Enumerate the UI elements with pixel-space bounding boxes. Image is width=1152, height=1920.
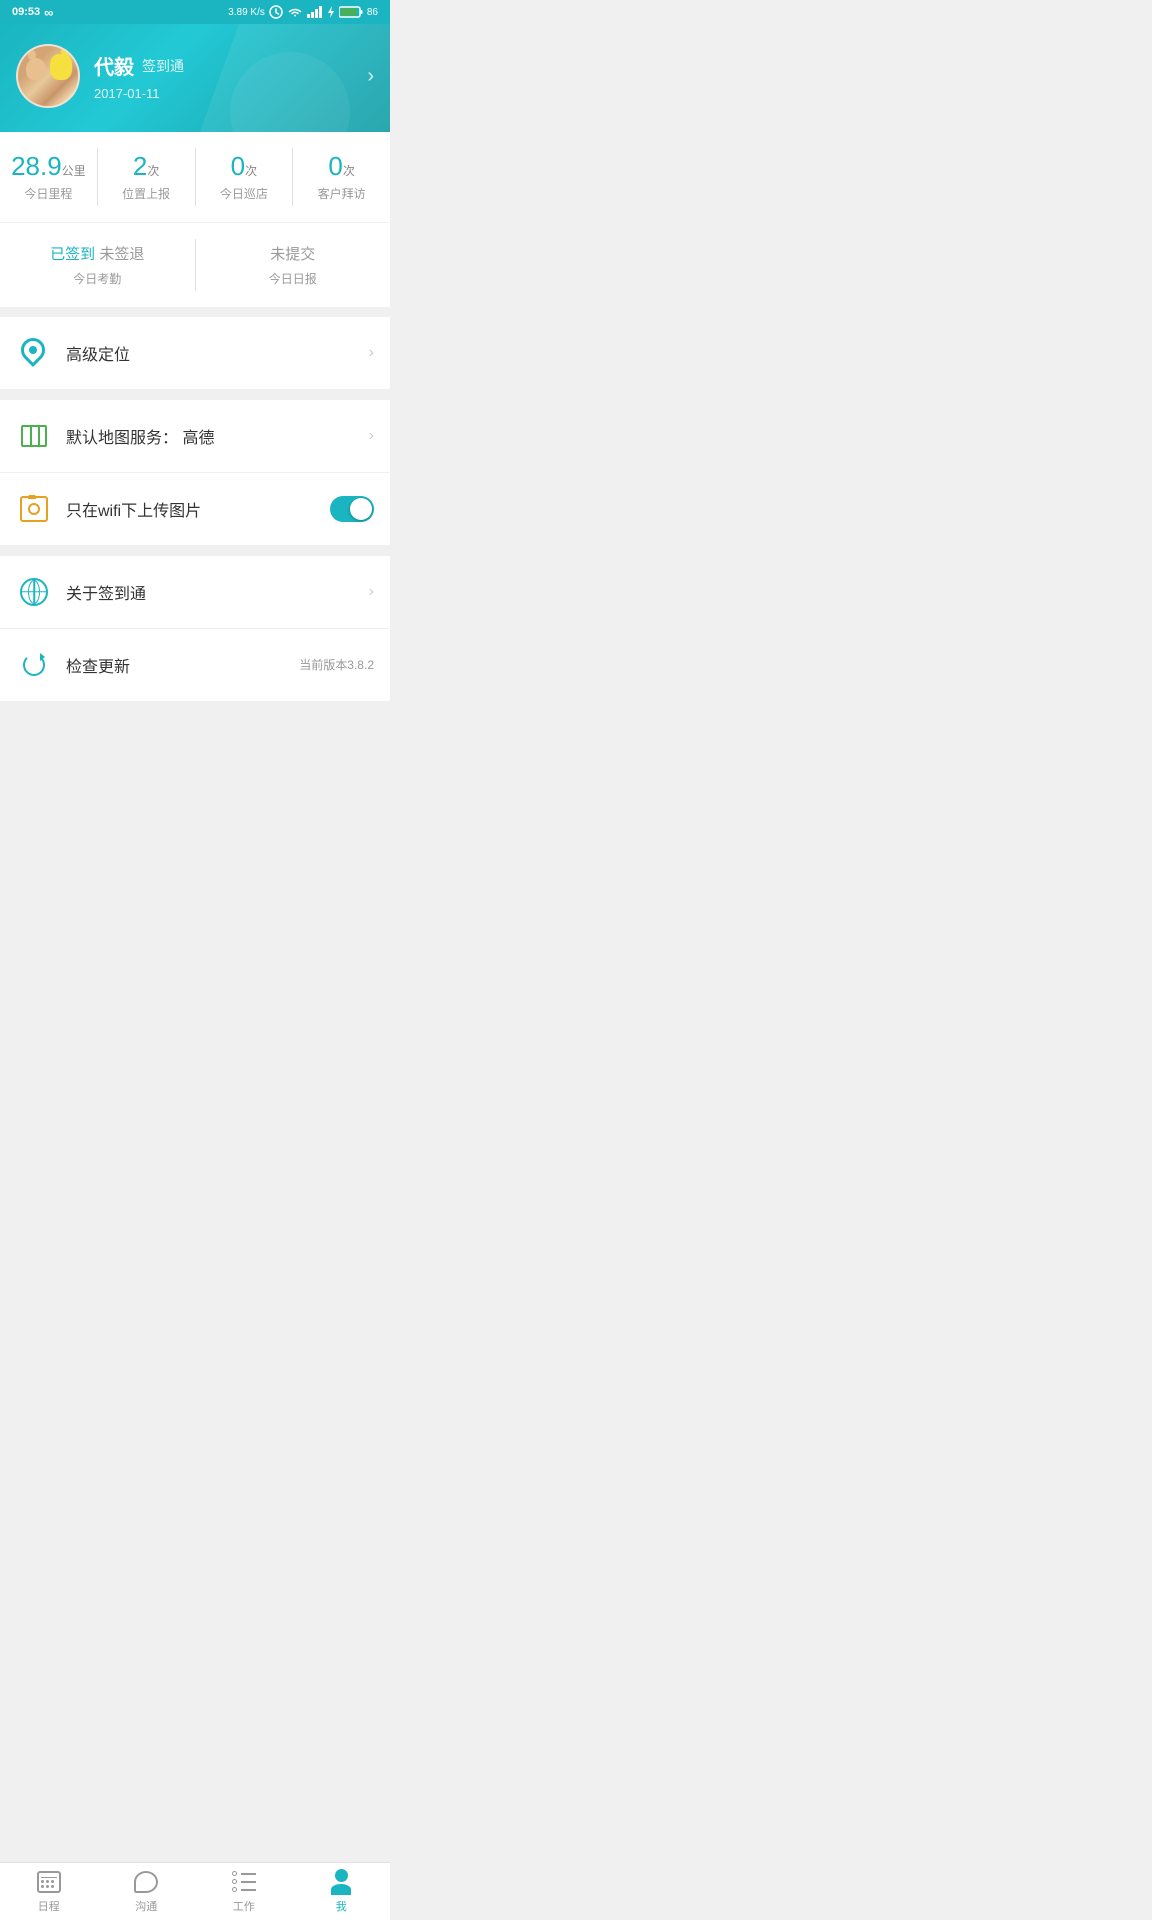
clock-icon [269, 5, 283, 19]
bottom-navigation: 日程 沟通 工作 我 [0, 1862, 390, 1920]
status-right: 3.89 K/s [228, 5, 378, 19]
section-divider-3 [0, 546, 390, 556]
section-divider-1 [0, 307, 390, 317]
stat-location-label: 位置上报 [106, 185, 187, 202]
menu-location-label: 高级定位 [66, 341, 369, 365]
section-divider-2 [0, 390, 390, 400]
stat-customer-visits: 0次 客户拜访 [293, 148, 390, 206]
nav-item-me[interactable]: 我 [293, 1863, 391, 1920]
signal-icon [307, 6, 323, 18]
menu-section-1: 高级定位 › [0, 317, 390, 389]
battery-level: 86 [367, 7, 378, 18]
calendar-icon [36, 1870, 62, 1894]
status-left: 09:53 ∞ [12, 5, 53, 20]
attendance-checkin: 已签到 未签退 今日考勤 [0, 239, 196, 291]
globe-icon-wrap [16, 574, 52, 610]
refresh-icon-wrap [16, 647, 52, 683]
stat-distance-number: 28.9公里 [8, 152, 89, 181]
stat-location-reports: 2次 位置上报 [98, 148, 196, 206]
menu-item-wifi-upload: 只在wifi下上传图片 [0, 473, 390, 545]
menu-wifi-label: 只在wifi下上传图片 [66, 497, 330, 521]
stat-customer-number: 0次 [301, 152, 382, 181]
nav-work-label: 工作 [233, 1898, 255, 1914]
header-chevron-right-icon[interactable]: › [367, 65, 374, 88]
menu-section-3: 关于签到通 › 检查更新 当前版本3.8.2 [0, 556, 390, 701]
person-icon [328, 1870, 354, 1894]
location-icon [21, 338, 47, 368]
menu-map-label: 默认地图服务： 高德 [66, 424, 369, 448]
stat-distance-label: 今日里程 [8, 185, 89, 202]
daily-report-status: 未提交 [204, 243, 383, 264]
header-banner[interactable]: 代毅 签到通 2017-01-11 › [0, 24, 390, 132]
photo-icon-wrap [16, 491, 52, 527]
photo-icon [20, 496, 48, 522]
battery-icon [339, 6, 363, 18]
stat-location-number: 2次 [106, 152, 187, 181]
menu-item-update[interactable]: 检查更新 当前版本3.8.2 [0, 629, 390, 701]
chat-icon [133, 1870, 159, 1894]
profile-info: 代毅 签到通 2017-01-11 [94, 51, 367, 101]
nav-chat-label: 沟通 [135, 1898, 157, 1914]
signed-in-status: 已签到 [50, 246, 95, 263]
attendance-daily-report: 未提交 今日日报 [196, 239, 391, 291]
attendance-label: 今日考勤 [8, 270, 187, 287]
map-icon-wrap [16, 418, 52, 454]
status-bar: 09:53 ∞ 3.89 K/s [0, 0, 390, 24]
profile-date: 2017-01-11 [94, 86, 367, 101]
menu-about-label: 关于签到通 [66, 580, 369, 604]
stat-store-number: 0次 [204, 152, 285, 181]
stat-customer-label: 客户拜访 [301, 185, 382, 202]
wifi-upload-toggle[interactable] [330, 496, 374, 522]
menu-location-arrow-icon: › [369, 344, 374, 362]
refresh-icon [20, 651, 48, 679]
toggle-knob [350, 498, 372, 520]
nav-item-chat[interactable]: 沟通 [98, 1863, 196, 1920]
stat-store-visits: 0次 今日巡店 [196, 148, 294, 206]
menu-map-arrow-icon: › [369, 427, 374, 445]
wifi-icon [287, 6, 303, 18]
profile-app-name: 签到通 [142, 56, 184, 76]
menu-update-label: 检查更新 [66, 653, 299, 677]
nav-schedule-label: 日程 [38, 1898, 60, 1914]
avatar [16, 44, 80, 108]
menu-section-2: 默认地图服务： 高德 › 只在wifi下上传图片 [0, 400, 390, 545]
infinity-icon: ∞ [44, 5, 53, 20]
time-display: 09:53 [12, 6, 40, 18]
menu-item-about[interactable]: 关于签到通 › [0, 556, 390, 629]
nav-me-label: 我 [336, 1898, 347, 1914]
version-text: 当前版本3.8.2 [299, 656, 374, 673]
stat-store-label: 今日巡店 [204, 185, 285, 202]
menu-item-location[interactable]: 高级定位 › [0, 317, 390, 389]
globe-icon [20, 578, 48, 606]
menu-item-map[interactable]: 默认地图服务： 高德 › [0, 400, 390, 473]
attendance-status-row: 已签到 未签退 [8, 243, 187, 264]
work-icon [231, 1870, 257, 1894]
map-icon [20, 423, 48, 449]
profile-name: 代毅 [94, 51, 134, 80]
nav-item-work[interactable]: 工作 [195, 1863, 293, 1920]
network-speed: 3.89 K/s [228, 7, 265, 18]
not-signed-out-text: 未签退 [99, 246, 144, 263]
stats-section: 28.9公里 今日里程 2次 位置上报 0次 今日巡店 0次 客户拜访 [0, 132, 390, 222]
menu-about-arrow-icon: › [369, 583, 374, 601]
stat-distance: 28.9公里 今日里程 [0, 148, 98, 206]
nav-item-schedule[interactable]: 日程 [0, 1863, 98, 1920]
attendance-section: 已签到 未签退 今日考勤 未提交 今日日报 [0, 223, 390, 307]
charging-icon [327, 6, 335, 18]
daily-report-label: 今日日报 [204, 270, 383, 287]
location-icon-wrap [16, 335, 52, 371]
